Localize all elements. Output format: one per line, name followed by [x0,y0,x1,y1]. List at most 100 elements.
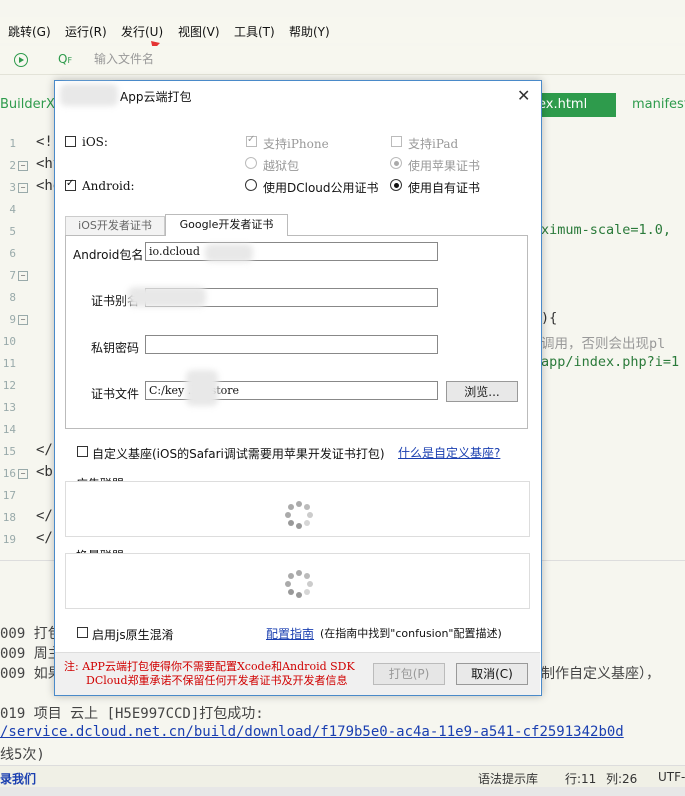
line-number: 11 [2,357,16,370]
config-hint: (在指南中找到"confusion"配置描述) [320,627,502,640]
cancel-button[interactable]: 取消(C) [456,663,528,685]
menu-tools[interactable]: 工具(T) [234,23,275,40]
redaction-blur [205,244,253,262]
cursor-line: 行:11 [565,772,597,786]
console-line: 009 周主 [0,646,62,662]
line-number: 18 [2,511,16,524]
js-confuse-checkbox[interactable] [77,627,88,638]
close-icon[interactable]: ✕ [517,86,530,105]
config-guide-link[interactable]: 配置指南 [266,625,314,642]
cert-file-label: 证书文件 [91,387,140,401]
line-number: 6 [9,247,16,260]
menu-help[interactable]: 帮助(Y) [289,23,330,40]
package-name-label: Android包名 [73,248,144,262]
js-confuse-label: 启用js原生混淆 [92,628,174,642]
encoding[interactable]: UTF- [658,770,685,784]
console-line: 009 如果 [0,666,62,682]
tab-google-cert[interactable]: Google开发者证书 [165,214,288,236]
ios-checkbox[interactable] [65,136,76,147]
tab-ios-cert[interactable]: iOS开发者证书 [65,216,165,235]
cursor-column: 列:26 [606,772,638,786]
jailbreak-radio[interactable] [245,157,257,169]
code-line-fragment: ){ [541,310,558,326]
line-number: 8 [9,291,16,304]
menu-bar: 跳转(G) 运行(R) 发行(U) 视图(V) 工具(T) 帮助(Y) [0,17,685,43]
syntax-hint-library[interactable]: 语法提示库 [478,770,538,787]
pack-button[interactable]: 打包(P) [373,663,445,685]
android-label: Android: [82,179,135,193]
fold-toggle-icon[interactable]: − [18,315,28,325]
status-bar: 录我们 语法提示库 行:11 列:26 UTF- [0,765,685,788]
support-ipad-label: 支持iPad [408,137,459,151]
menu-goto[interactable]: 跳转(G) [8,23,51,40]
code-line-fragment: 调用，否则会出现pl [541,336,666,352]
custom-base-help-link[interactable]: 什么是自定义基座? [398,444,500,461]
package-name-input[interactable]: io.dcloud [145,242,438,261]
code-line: </ [36,508,53,524]
status-link[interactable]: 录我们 [0,770,36,787]
note-line: 注: APP云端打包使得你不需要配置Xcode和Android SDK [64,660,355,673]
own-cert-label: 使用自有证书 [408,181,481,195]
line-number: 3 [9,181,16,194]
fold-toggle-icon[interactable]: − [18,469,28,479]
line-number: 17 [2,489,16,502]
line-number: 14 [2,423,16,436]
file-search-input[interactable] [94,52,214,66]
file-search-icon[interactable]: QF [58,52,72,66]
browse-button[interactable]: 浏览... [446,381,518,402]
code-line-fragment: ximum-scale=1.0, [541,222,672,238]
line-number: 7 [9,269,16,282]
redaction-blur [186,370,218,406]
line-number: 13 [2,401,16,414]
fold-toggle-icon[interactable]: − [18,161,28,171]
line-number: 16 [2,467,16,480]
redaction-blur [60,84,118,106]
custom-base-label: 自定义基座(iOS的Safari调试需要用苹果开发证书打包) [92,447,385,461]
line-number: 4 [9,203,16,216]
bottom-strip [0,787,685,796]
tab-manifest[interactable]: manifest [632,97,685,112]
tab-index-html[interactable]: ex.html [530,93,616,117]
code-line: <! [36,134,53,150]
support-iphone-label: 支持iPhone [263,137,329,151]
note-text: 注: APP云端打包使得你不需要配置Xcode和Android SDK DClo… [64,660,355,688]
private-key-password-input[interactable] [145,335,438,354]
custom-base-checkbox[interactable] [77,446,88,457]
code-line: <b [36,464,53,480]
line-number: 5 [9,225,16,238]
jailbreak-label: 越狱包 [263,159,300,173]
dialog-title: App云端打包 [120,90,192,104]
console-line: 019 项目 云上 [H5E997CCD]打包成功: [0,706,264,722]
fold-toggle-icon[interactable]: − [18,271,28,281]
download-link[interactable]: /service.dcloud.net.cn/build/download/f1… [0,724,624,740]
ios-label: iOS: [82,135,108,149]
android-checkbox[interactable] [65,178,76,191]
loading-spinner-icon [285,570,313,598]
code-line-fragment: app/index.php?i=1 [541,354,680,370]
code-line: </ [36,530,53,546]
redaction-blur [128,287,206,307]
line-number: 15 [2,445,16,458]
run-icon[interactable] [14,53,28,67]
support-ipad-checkbox[interactable] [391,136,402,147]
loading-spinner-icon [285,501,313,529]
own-cert-radio[interactable] [390,179,402,191]
dcloud-cert-radio[interactable] [245,179,257,191]
tab-builderx[interactable]: BuilderX [0,97,55,112]
note-line: DCloud郑重承诺不保留任何开发者证书及开发者信息 [86,674,348,687]
apple-cert-label: 使用苹果证书 [408,159,481,173]
line-number: 1 [9,137,16,150]
line-number: 2 [9,159,16,172]
private-key-password-label: 私钥密码 [91,341,140,355]
line-number: 12 [2,379,16,392]
apple-cert-radio[interactable] [390,157,402,169]
menu-view[interactable]: 视图(V) [178,23,220,40]
line-number: 9 [9,313,16,326]
fold-toggle-icon[interactable]: − [18,183,28,193]
console-line: 线5次) [0,747,45,763]
support-iphone-checkbox[interactable] [246,134,257,147]
dcloud-cert-label: 使用DCloud公用证书 [263,181,379,195]
menu-run[interactable]: 运行(R) [65,23,107,40]
console-line: 009 打包 [0,626,62,642]
line-number: 19 [2,533,16,546]
